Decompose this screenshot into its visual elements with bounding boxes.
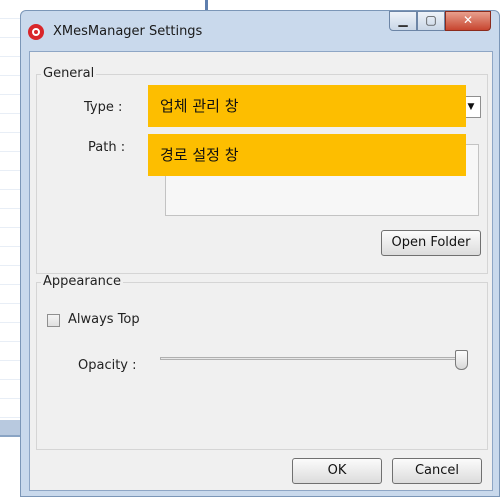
maximize-icon: ▢ <box>425 13 437 27</box>
close-button[interactable]: ✕ <box>445 11 491 31</box>
type-label: Type : <box>84 100 123 115</box>
settings-dialog: XMesManager Settings ▁ ▢ ✕ General Type … <box>20 10 500 497</box>
type-annotation: 업체 관리 창 <box>148 85 466 127</box>
always-top-checkbox[interactable] <box>47 314 60 327</box>
caption-buttons: ▁ ▢ ✕ <box>389 11 491 33</box>
close-icon: ✕ <box>462 13 474 27</box>
cancel-button[interactable]: Cancel <box>392 458 482 484</box>
opacity-slider-thumb[interactable] <box>455 350 468 370</box>
general-group-label: General <box>41 66 97 81</box>
app-icon <box>28 24 44 40</box>
path-label: Path : <box>88 140 126 155</box>
open-folder-button[interactable]: Open Folder <box>381 230 481 256</box>
window-title: XMesManager Settings <box>53 24 203 39</box>
appearance-group-label: Appearance <box>41 274 124 289</box>
always-top-label[interactable]: Always Top <box>68 312 140 327</box>
title-bar[interactable]: XMesManager Settings ▁ ▢ ✕ <box>21 11 499 51</box>
path-annotation: 경로 설정 창 <box>148 134 466 176</box>
minimize-button[interactable]: ▁ <box>389 11 417 31</box>
maximize-button[interactable]: ▢ <box>417 11 445 31</box>
ok-button[interactable]: OK <box>292 458 382 484</box>
opacity-label: Opacity : <box>78 358 137 373</box>
minimize-icon: ▁ <box>398 13 408 27</box>
opacity-slider-track[interactable] <box>160 357 464 360</box>
